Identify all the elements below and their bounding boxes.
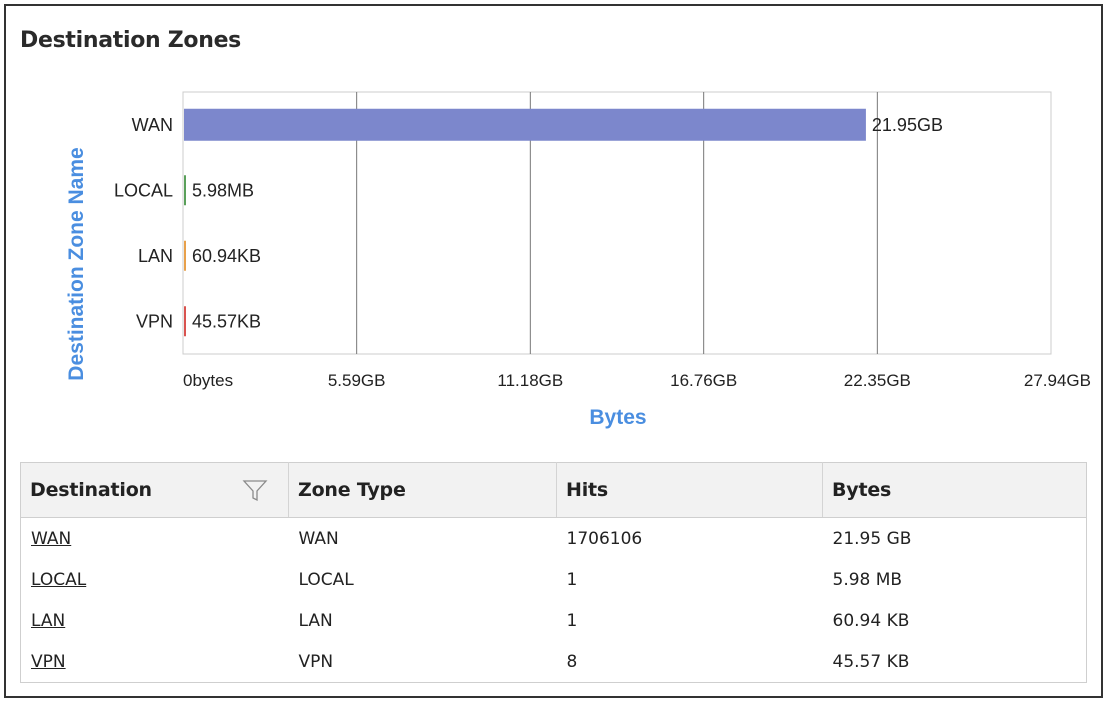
bytes-cell: 45.57 KB: [832, 651, 910, 672]
column-header-destination[interactable]: Destination: [20, 462, 289, 518]
y-tick-label: LAN: [138, 246, 173, 266]
column-header-zone-type[interactable]: Zone Type: [288, 462, 557, 518]
destination-link-vpn[interactable]: VPN: [31, 652, 66, 672]
zone-type-cell: LOCAL: [298, 569, 354, 590]
x-axis-title: Bytes: [589, 406, 646, 429]
destination-zones-panel: Destination Zones 0bytes 5.59GB 11.18GB 16.…: [4, 4, 1103, 698]
bar: [184, 108, 866, 141]
hits-cell: 1: [566, 610, 578, 631]
x-tick-label: 11.18GB: [497, 371, 563, 390]
table-row: VPN VPN 8 45.57 KB: [21, 641, 1087, 683]
column-header-bytes[interactable]: Bytes: [822, 462, 1087, 518]
table-header-row: Destination Zone Type Hits Bytes: [20, 462, 1087, 518]
y-axis-title: Destination Zone Name: [65, 147, 88, 380]
bar-chart: 0bytes 5.59GB 11.18GB 16.76GB 22.35GB 27.94GB…: [65, 91, 1091, 429]
column-header-label: Destination: [30, 479, 152, 501]
destination-link-wan[interactable]: WAN: [31, 529, 71, 549]
data-label: 21.95GB: [872, 115, 943, 135]
plot-area: 0bytes 5.59GB 11.18GB 16.76GB 22.35GB 27.94GB…: [114, 91, 1091, 390]
destination-link-local[interactable]: LOCAL: [31, 570, 86, 590]
bar: [184, 240, 186, 271]
x-tick-label: 0bytes: [183, 371, 233, 390]
x-tick-label: 5.59GB: [328, 371, 386, 390]
y-tick-label: WAN: [132, 115, 173, 135]
zone-type-cell: WAN: [298, 528, 339, 549]
table-row: LOCAL LOCAL 1 5.98 MB: [21, 559, 1087, 600]
hits-cell: 1706106: [566, 528, 643, 549]
x-tick-label: 22.35GB: [844, 371, 911, 390]
zone-type-cell: VPN: [298, 651, 334, 672]
data-label: 60.94KB: [192, 246, 261, 266]
data-label: 5.98MB: [192, 180, 254, 200]
y-tick-label: LOCAL: [114, 180, 173, 200]
bytes-cell: 21.95 GB: [832, 528, 912, 549]
bar: [184, 175, 186, 206]
bytes-cell: 5.98 MB: [832, 569, 903, 590]
destination-link-lan[interactable]: LAN: [31, 611, 65, 631]
bar: [184, 306, 186, 337]
zone-type-cell: LAN: [298, 610, 333, 631]
data-label: 45.57KB: [192, 311, 261, 331]
column-header-hits[interactable]: Hits: [556, 462, 823, 518]
zones-table: Destination Zone Type Hits Bytes WAN WAN…: [20, 462, 1087, 683]
hits-cell: 1: [566, 569, 578, 590]
bytes-cell: 60.94 KB: [832, 610, 910, 631]
table-row: WAN WAN 1706106 21.95 GB: [21, 518, 1087, 560]
table-row: LAN LAN 1 60.94 KB: [21, 600, 1087, 641]
x-tick-label: 16.76GB: [670, 371, 737, 390]
funnel-icon[interactable]: [242, 477, 268, 503]
hits-cell: 8: [566, 651, 578, 672]
y-tick-label: VPN: [136, 311, 173, 331]
x-tick-label: 27.94GB: [1024, 371, 1091, 390]
